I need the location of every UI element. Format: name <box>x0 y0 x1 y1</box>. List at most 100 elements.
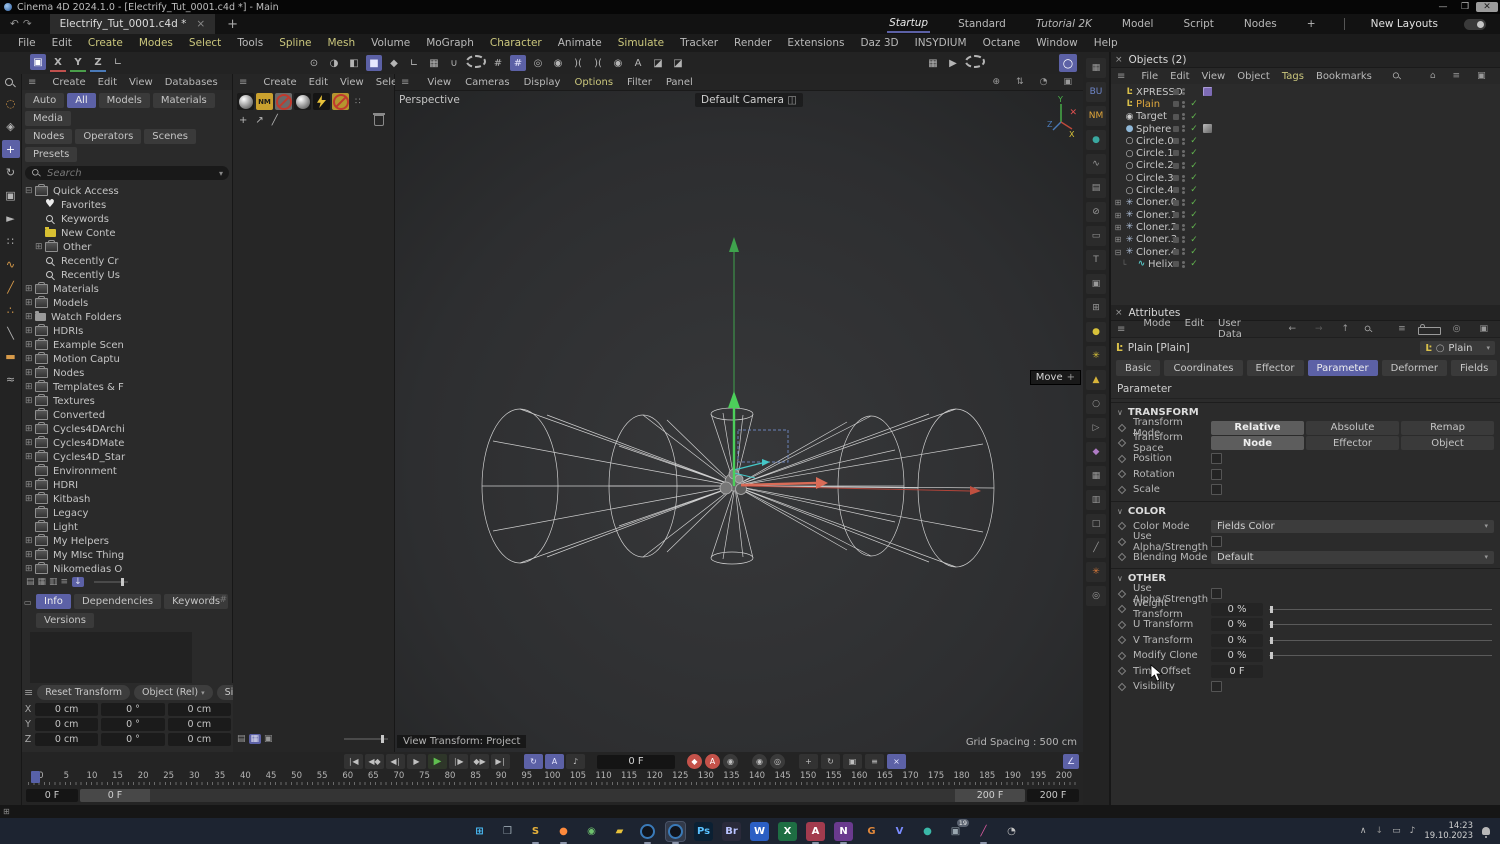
asset-tree-item[interactable]: Light <box>25 520 232 534</box>
new-layouts-link[interactable]: New Layouts <box>1371 18 1438 30</box>
plugin-icon[interactable]: ✳ <box>1086 346 1106 366</box>
app-affinity[interactable]: ╱ <box>974 822 993 844</box>
asset-tree-item[interactable]: ⊞ Example Scen <box>25 338 232 352</box>
expand-icon[interactable]: ⊞ <box>25 312 35 322</box>
hamburger-icon[interactable]: ≡ <box>22 77 40 88</box>
asset-filter-tab[interactable]: All <box>67 93 96 108</box>
plugin-icon[interactable]: ✳ <box>1086 562 1106 582</box>
view-mode-icon[interactable]: ▤ <box>237 734 246 744</box>
value-slider[interactable] <box>1269 636 1492 644</box>
layer-square[interactable] <box>1173 199 1179 206</box>
app-access[interactable]: A <box>806 821 825 844</box>
expand-icon[interactable]: ⊞ <box>25 396 35 406</box>
visibility-dots[interactable] <box>1182 211 1185 219</box>
range-end-field[interactable]: 200 F <box>1027 788 1079 802</box>
app-sublime[interactable]: S <box>526 822 545 844</box>
filter-icon[interactable]: ≡ <box>1391 324 1413 334</box>
expand-icon[interactable]: ⊞ <box>1113 223 1123 232</box>
object-row[interactable]: ⊟ ✳ Cloner.4 ✓ <box>1111 246 1500 258</box>
position-field[interactable]: 0 cm <box>35 703 99 716</box>
object-tag-icon[interactable] <box>1203 124 1212 134</box>
mirror-settings[interactable]: )( <box>590 55 606 71</box>
asset-filter-tab[interactable]: Models <box>98 93 150 108</box>
asset-tree-item[interactable]: ⊟ Quick Access <box>25 184 232 198</box>
plugin-icon[interactable]: ▲ <box>1086 370 1106 390</box>
object-name[interactable]: Cloner.4 <box>1136 247 1177 258</box>
expand-icon[interactable]: ⊞ <box>25 382 35 392</box>
render-picture-viewer[interactable]: ▶ <box>945 55 961 71</box>
asset-filter-tab[interactable]: Nodes <box>25 129 73 144</box>
layout-tab[interactable]: Model <box>1120 16 1156 32</box>
visibility-dots[interactable] <box>1182 186 1185 194</box>
asset-tree-item[interactable]: ⊞ Watch Folders <box>25 310 232 324</box>
layer-square[interactable] <box>1173 187 1179 194</box>
enable-axis[interactable]: ∟ <box>406 55 422 71</box>
menu-item[interactable]: Daz 3D <box>852 37 906 49</box>
soft-selection[interactable]: ◎ <box>530 55 546 71</box>
enabled-check-icon[interactable]: ✓ <box>1188 235 1200 245</box>
range-end-marker[interactable]: 200 F <box>955 788 1025 802</box>
app-photoshop[interactable]: Ps <box>694 821 713 841</box>
plugin-icon[interactable]: ▣ <box>1086 274 1106 294</box>
object-row[interactable]: ○ Circle.1 ✓ <box>1111 147 1500 159</box>
transform-space-option[interactable]: Node <box>1211 436 1304 451</box>
objects-menu-item[interactable]: Edit <box>1164 71 1195 82</box>
enabled-check-icon[interactable]: ✓ <box>1188 173 1200 183</box>
forward-icon[interactable]: → <box>1308 324 1330 334</box>
plugin-icon[interactable]: NM <box>1086 106 1106 126</box>
new-tab-button[interactable]: + <box>227 17 238 32</box>
position-field[interactable]: 0 cm <box>35 733 99 746</box>
app-guard[interactable]: G <box>862 822 881 841</box>
move-tool[interactable]: + <box>1 140 20 158</box>
menu-item[interactable]: MoGraph <box>418 37 482 49</box>
range-bar[interactable]: 0 F 200 F <box>80 788 1025 802</box>
hamburger-icon[interactable]: ≡ <box>233 77 251 88</box>
transform-space-option[interactable]: Effector <box>1306 436 1399 451</box>
plugin-icon[interactable]: □ <box>1086 514 1106 534</box>
dropdown-field[interactable]: Fields Color ▾ <box>1211 519 1494 533</box>
close-icon[interactable]: × <box>1115 308 1123 318</box>
previous-frame[interactable]: ◀∣ <box>386 754 405 769</box>
layer-square[interactable] <box>1173 150 1179 157</box>
asset-tree-item[interactable]: Environment <box>25 464 232 478</box>
attributes-tab[interactable]: Effector <box>1246 360 1304 376</box>
display-cube-1[interactable]: ◪ <box>650 55 666 71</box>
plugin-icon[interactable]: ▦ <box>1086 58 1106 78</box>
undo-icon[interactable]: ↶ <box>10 18 23 30</box>
layer-square[interactable] <box>1173 113 1179 120</box>
expand-icon[interactable]: ⊞ <box>25 284 35 294</box>
file-explorer[interactable]: ▰ <box>610 822 629 841</box>
z-axis-lock[interactable]: Z <box>90 54 106 72</box>
keyframe-dot-icon[interactable] <box>1117 667 1127 676</box>
object-row[interactable]: ⊞ ✳ Cloner.1 ✓ <box>1111 209 1500 221</box>
play-forward[interactable]: ▶ <box>428 754 447 769</box>
asset-tree-item[interactable]: Recently Cr <box>25 254 232 268</box>
checkbox[interactable] <box>1211 468 1222 480</box>
expand-icon[interactable]: ⊞ <box>25 354 35 364</box>
object-name[interactable]: Circle.1 <box>1136 148 1174 159</box>
position-field[interactable]: 0 cm <box>35 718 99 731</box>
dropdown-field[interactable]: Default ▾ <box>1211 550 1494 564</box>
visibility-dots[interactable] <box>1182 149 1185 157</box>
clone-tool[interactable]: ∴ <box>2 301 20 319</box>
record-rotation[interactable]: ↻ <box>821 754 840 769</box>
keyframe-dot-icon[interactable] <box>1117 423 1127 432</box>
layout-toggle[interactable] <box>1464 18 1486 30</box>
attributes-menu-item[interactable]: Edit <box>1178 318 1211 340</box>
rotation-field[interactable]: 0 ° <box>101 703 165 716</box>
enabled-check-icon[interactable]: ✓ <box>1188 161 1200 171</box>
asset-tree-item[interactable]: ⊞ Cycles4DMate <box>25 436 232 450</box>
layer-square[interactable] <box>1173 138 1179 145</box>
app-people[interactable]: ▣ 19 <box>946 818 969 841</box>
size-field[interactable]: 0 cm <box>167 703 231 716</box>
object-row[interactable]: Ŀ XPRESSO <box>1111 86 1500 98</box>
view-mode-icon[interactable]: ≡ <box>61 577 69 587</box>
object-name[interactable]: Cloner.2 <box>1136 222 1177 233</box>
goto-end[interactable]: ▶∣ <box>491 754 510 769</box>
back-icon[interactable]: ← <box>1281 324 1303 334</box>
expand-icon[interactable]: ⊞ <box>25 536 35 546</box>
layer-square[interactable] <box>1173 175 1179 182</box>
object-row[interactable]: Ŀ Plain ✓ <box>1111 98 1500 110</box>
visibility-dots[interactable] <box>1182 199 1185 207</box>
next-key[interactable]: ◆▶ <box>470 754 489 769</box>
